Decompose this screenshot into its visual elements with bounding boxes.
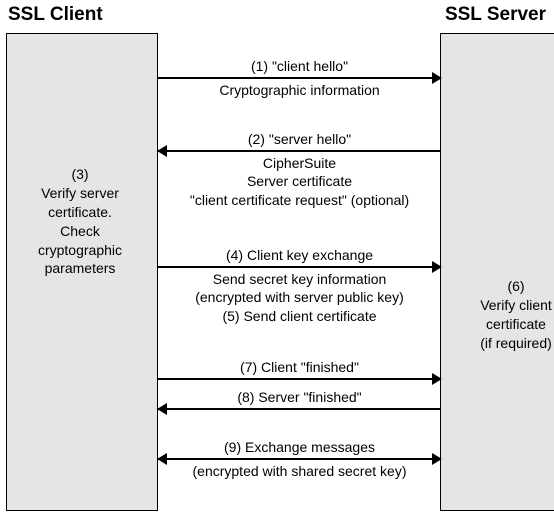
arrow-right-icon bbox=[158, 266, 441, 268]
msg-1: (1) "client hello" Cryptographic informa… bbox=[158, 57, 441, 99]
msg1-note: Cryptographic information bbox=[158, 81, 441, 99]
msg-7: (7) Client "finished" bbox=[158, 358, 441, 382]
msg8-label: (8) Server "finished" bbox=[158, 388, 441, 406]
msg4-note: Send secret key information (encrypted w… bbox=[158, 270, 441, 325]
msg9-label: (9) Exchange messages bbox=[158, 438, 441, 456]
arrow-right-icon bbox=[158, 378, 441, 380]
msg1-label: (1) "client hello" bbox=[158, 57, 441, 75]
msg-4: (4) Client key exchange Send secret key … bbox=[158, 246, 441, 325]
ssl-handshake-diagram: SSL Client SSL Server (1) "client hello"… bbox=[0, 0, 554, 521]
arrow-left-icon bbox=[158, 408, 441, 410]
note-6: (6) Verify client certificate (if requir… bbox=[456, 277, 554, 353]
msg2-label: (2) "server hello" bbox=[158, 130, 441, 148]
msg-9: (9) Exchange messages (encrypted with sh… bbox=[158, 438, 441, 480]
server-lifeline bbox=[440, 33, 554, 511]
arrow-right-icon bbox=[158, 77, 441, 79]
server-title: SSL Server bbox=[445, 4, 546, 26]
arrow-both-icon bbox=[158, 458, 441, 460]
client-title: SSL Client bbox=[8, 4, 103, 26]
msg-8: (8) Server "finished" bbox=[158, 388, 441, 412]
msg7-label: (7) Client "finished" bbox=[158, 358, 441, 376]
msg2-note: CipherSuite Server certificate "client c… bbox=[158, 154, 441, 209]
msg4-label: (4) Client key exchange bbox=[158, 246, 441, 264]
arrow-left-icon bbox=[158, 150, 441, 152]
note-3: (3) Verify server certificate. Check cry… bbox=[20, 165, 140, 278]
msg9-note: (encrypted with shared secret key) bbox=[158, 462, 441, 480]
msg-2: (2) "server hello" CipherSuite Server ce… bbox=[158, 130, 441, 209]
